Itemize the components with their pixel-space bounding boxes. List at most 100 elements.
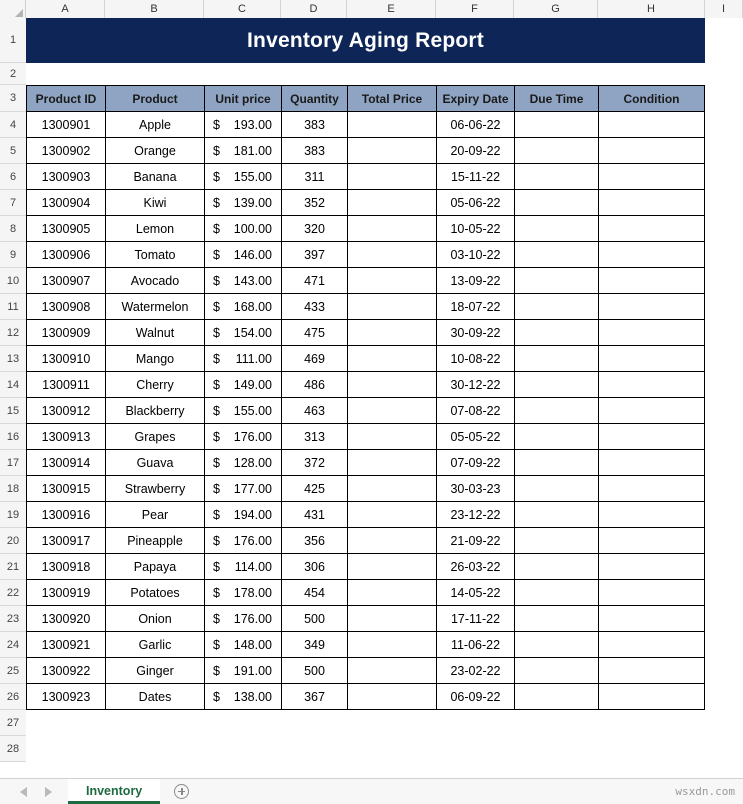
cell-product-id[interactable]: 1300901 [26,112,105,138]
cell-quantity[interactable]: 486 [281,372,347,398]
cell-quantity[interactable]: 475 [281,320,347,346]
empty-row-27[interactable] [26,710,743,736]
cell-due-time[interactable] [514,294,598,320]
row-header-23[interactable]: 23 [0,606,26,632]
cell-total-price[interactable] [347,346,436,372]
cell-unit-price[interactable]: $181.00 [204,138,281,164]
cell-i-25[interactable] [705,658,743,684]
row-header-10[interactable]: 10 [0,268,26,294]
cell-condition[interactable] [598,242,705,268]
cell-unit-price[interactable]: $146.00 [204,242,281,268]
cell-expiry-date[interactable]: 11-06-22 [436,632,514,658]
cell-quantity[interactable]: 454 [281,580,347,606]
cell-condition[interactable] [598,372,705,398]
cell-i-10[interactable] [705,268,743,294]
cell-i-4[interactable] [705,112,743,138]
cell-quantity[interactable]: 383 [281,138,347,164]
cell-total-price[interactable] [347,372,436,398]
row-header-17[interactable]: 17 [0,450,26,476]
row-header-13[interactable]: 13 [0,346,26,372]
cell-condition[interactable] [598,190,705,216]
row-header-7[interactable]: 7 [0,190,26,216]
cell-due-time[interactable] [514,268,598,294]
cell-quantity[interactable]: 306 [281,554,347,580]
cell-expiry-date[interactable]: 17-11-22 [436,606,514,632]
cell-product-id[interactable]: 1300902 [26,138,105,164]
row-header-20[interactable]: 20 [0,528,26,554]
cell-condition[interactable] [598,606,705,632]
cell-unit-price[interactable]: $191.00 [204,658,281,684]
cell-product-id[interactable]: 1300923 [26,684,105,710]
row-header-3[interactable]: 3 [0,85,26,112]
cell-quantity[interactable]: 356 [281,528,347,554]
cell-quantity[interactable]: 320 [281,216,347,242]
column-header-e[interactable]: E [347,0,436,18]
cell-condition[interactable] [598,216,705,242]
cell-i1[interactable] [705,18,743,63]
cell-unit-price[interactable]: $143.00 [204,268,281,294]
row-header-9[interactable]: 9 [0,242,26,268]
cell-product[interactable]: Cherry [105,372,204,398]
cell-product-id[interactable]: 1300907 [26,268,105,294]
cell-due-time[interactable] [514,242,598,268]
cell-total-price[interactable] [347,476,436,502]
cell-total-price[interactable] [347,580,436,606]
cell-quantity[interactable]: 397 [281,242,347,268]
row-header-21[interactable]: 21 [0,554,26,580]
cell-total-price[interactable] [347,320,436,346]
cell-quantity[interactable]: 372 [281,450,347,476]
cell-total-price[interactable] [347,684,436,710]
row-header-16[interactable]: 16 [0,424,26,450]
cell-total-price[interactable] [347,502,436,528]
cell-due-time[interactable] [514,164,598,190]
cell-product-id[interactable]: 1300921 [26,632,105,658]
cell-i-8[interactable] [705,216,743,242]
cell-expiry-date[interactable]: 23-12-22 [436,502,514,528]
cell-condition[interactable] [598,580,705,606]
cell-condition[interactable] [598,424,705,450]
cell-i-18[interactable] [705,476,743,502]
empty-row-28[interactable] [26,736,743,762]
cell-unit-price[interactable]: $148.00 [204,632,281,658]
cell-due-time[interactable] [514,138,598,164]
cell-expiry-date[interactable]: 07-09-22 [436,450,514,476]
cell-product[interactable]: Strawberry [105,476,204,502]
cell-due-time[interactable] [514,372,598,398]
cell-expiry-date[interactable]: 30-03-23 [436,476,514,502]
cell-total-price[interactable] [347,528,436,554]
cell-product[interactable]: Banana [105,164,204,190]
row-header-25[interactable]: 25 [0,658,26,684]
row-header-1[interactable]: 1 [0,18,26,63]
cell-condition[interactable] [598,320,705,346]
cell-unit-price[interactable]: $176.00 [204,528,281,554]
cell-product-id[interactable]: 1300915 [26,476,105,502]
select-all-corner[interactable] [0,0,26,18]
cell-due-time[interactable] [514,632,598,658]
row-header-14[interactable]: 14 [0,372,26,398]
cell-quantity[interactable]: 431 [281,502,347,528]
cell-due-time[interactable] [514,554,598,580]
cell-unit-price[interactable]: $155.00 [204,398,281,424]
cell-total-price[interactable] [347,658,436,684]
arrow-right-icon[interactable] [45,786,52,797]
row-header-22[interactable]: 22 [0,580,26,606]
cell-due-time[interactable] [514,112,598,138]
cell-quantity[interactable]: 433 [281,294,347,320]
cell-unit-price[interactable]: $138.00 [204,684,281,710]
row-header-18[interactable]: 18 [0,476,26,502]
cell-product-id[interactable]: 1300922 [26,658,105,684]
cell-condition[interactable] [598,658,705,684]
cell-product[interactable]: Dates [105,684,204,710]
cell-i-22[interactable] [705,580,743,606]
cell-unit-price[interactable]: $176.00 [204,424,281,450]
cell-expiry-date[interactable]: 30-12-22 [436,372,514,398]
cell-quantity[interactable]: 463 [281,398,347,424]
cell-quantity[interactable]: 469 [281,346,347,372]
cell-unit-price[interactable]: $149.00 [204,372,281,398]
cell-condition[interactable] [598,476,705,502]
cell-expiry-date[interactable]: 18-07-22 [436,294,514,320]
cell-condition[interactable] [598,112,705,138]
cell-due-time[interactable] [514,580,598,606]
cell-product-id[interactable]: 1300913 [26,424,105,450]
cell-i-13[interactable] [705,346,743,372]
